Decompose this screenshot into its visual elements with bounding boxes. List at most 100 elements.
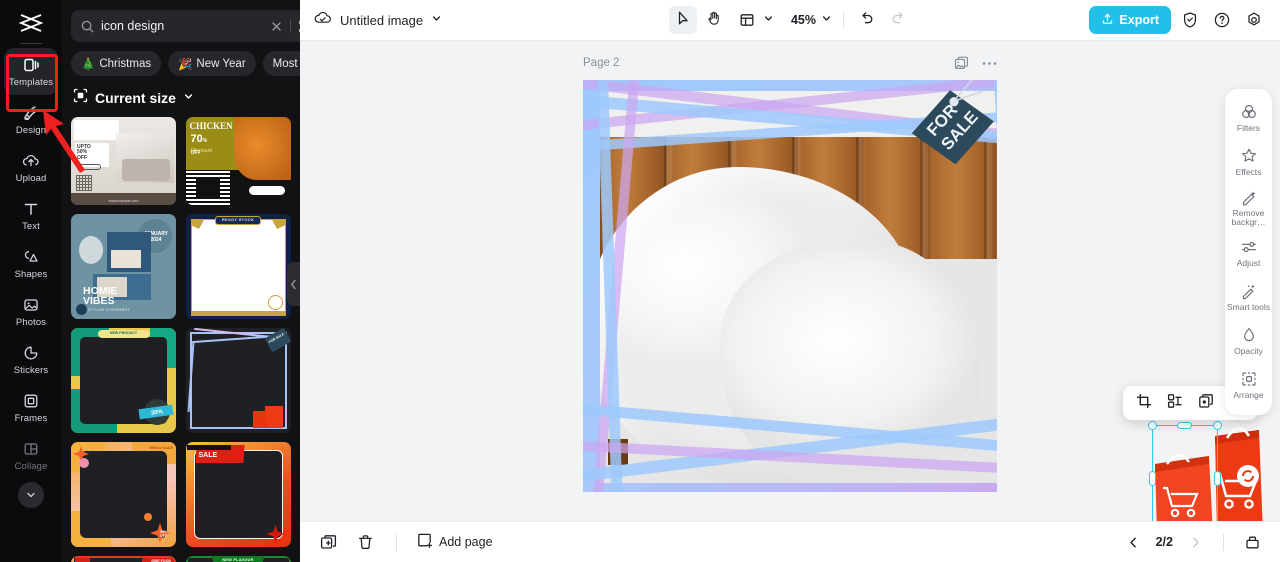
sidebar-item-label: Collage (14, 461, 48, 473)
smart-tools-icon (1240, 282, 1258, 300)
current-size-selector[interactable]: Current size (62, 76, 300, 117)
crop-button[interactable] (1130, 389, 1158, 417)
template-thumbnail[interactable]: SIDE FOOD (71, 556, 176, 562)
undo-button[interactable] (853, 6, 881, 34)
party-popper-icon: 🎉 (178, 58, 193, 71)
page-indicator: 2/2 (1155, 535, 1173, 549)
chip-new-year[interactable]: 🎉 New Year (168, 51, 256, 76)
cutout-button[interactable] (1161, 389, 1189, 417)
help-icon[interactable] (1209, 7, 1235, 33)
template-thumbnail[interactable]: FOR SALE (185, 328, 291, 433)
search-box[interactable] (71, 10, 300, 42)
cutout-icon (1167, 393, 1183, 414)
chevron-down-icon[interactable] (18, 482, 44, 508)
resize-handle-top-right[interactable] (1213, 421, 1222, 430)
template-thumbnail[interactable]: UPTO 50% OFF www.example.com (71, 117, 176, 205)
close-icon[interactable] (269, 19, 283, 33)
sidebar-item-text[interactable]: Text (4, 192, 58, 239)
capcut-logo-icon[interactable] (14, 9, 48, 37)
add-page-button[interactable]: Add page (416, 532, 493, 552)
template-thumbnail[interactable]: NEW FLAVOUR (185, 556, 291, 562)
export-label: Export (1119, 13, 1159, 27)
capcut-editor-window: Templates Design Upload Text Shapes Phot… (0, 0, 1280, 562)
tool-remove-background[interactable]: Remove backgr… (1226, 185, 1271, 230)
chip-christmas[interactable]: 🎄 Christmas (71, 51, 162, 76)
sidebar-item-collage[interactable]: Collage (4, 432, 58, 479)
selection-bounding-box[interactable] (1148, 421, 1222, 521)
chip-most[interactable]: Most (262, 51, 300, 76)
cursor-icon (675, 10, 691, 31)
cloud-saved-icon (313, 8, 332, 32)
design-page-canvas[interactable]: FOR SALE (583, 80, 997, 492)
template-thumbnail[interactable]: CHICKEN 70% OFF Discount (185, 117, 291, 205)
bottom-divider-2 (1223, 533, 1224, 551)
pages-panel-button[interactable] (1240, 530, 1264, 554)
template-thumbnail[interactable]: NEW PRODUCT 30% (71, 328, 176, 433)
resize-handle-top-left[interactable] (1148, 421, 1157, 430)
undo-icon (859, 10, 875, 31)
duplicate-button[interactable] (1192, 389, 1220, 417)
tool-filters[interactable]: Filters (1226, 97, 1271, 139)
canvas-area[interactable]: Page 2 FOR SALE Filters Effects Remove b… (300, 41, 1280, 521)
next-page-button[interactable] (1183, 530, 1207, 554)
sidebar-item-stickers[interactable]: Stickers (4, 336, 58, 383)
search-row (62, 0, 300, 42)
search-input[interactable] (101, 19, 262, 33)
layout-icon (733, 6, 761, 34)
page-header: Page 2 (583, 53, 997, 73)
tool-label: Adjust (1236, 257, 1261, 268)
sidebar-item-shapes[interactable]: Shapes (4, 240, 58, 287)
document-title-group[interactable]: Untitled image (313, 8, 442, 32)
stickers-icon (21, 343, 41, 363)
layout-tool-button[interactable] (731, 6, 776, 34)
delete-page-button[interactable] (353, 530, 377, 554)
prev-page-button[interactable] (1122, 530, 1146, 554)
sidebar-item-design[interactable]: Design (4, 96, 58, 143)
toolbar-divider (842, 11, 844, 29)
tool-smart-tools[interactable]: Smart tools (1226, 276, 1271, 318)
sidebar-item-label: Photos (15, 317, 47, 329)
tool-arrange[interactable]: Arrange (1226, 364, 1271, 406)
tool-opacity[interactable]: Opacity (1226, 320, 1271, 362)
duplicate-page-icon[interactable] (954, 56, 969, 71)
tool-label: Smart tools (1227, 301, 1270, 312)
tool-effects[interactable]: Effects (1226, 141, 1271, 183)
left-navigation-rail: Templates Design Upload Text Shapes Phot… (0, 0, 62, 562)
frames-icon (21, 391, 41, 411)
page-actions (954, 56, 997, 71)
tool-label: Effects (1235, 167, 1262, 178)
collapse-panel-handle[interactable] (287, 262, 300, 306)
filter-chip-row: 🎄 Christmas 🎉 New Year Most (62, 42, 300, 76)
zoom-control[interactable]: 45% (787, 11, 834, 29)
remove-background-icon (1240, 188, 1258, 206)
resize-handle-left[interactable] (1149, 471, 1156, 486)
arrange-icon (1240, 370, 1258, 388)
redo-button[interactable] (884, 6, 912, 34)
sidebar-item-upload[interactable]: Upload (4, 144, 58, 191)
templates-grid: UPTO 50% OFF www.example.com CHICKEN 70% OF… (62, 117, 300, 562)
select-tool-button[interactable] (668, 6, 697, 34)
export-button[interactable]: Export (1089, 6, 1171, 34)
sidebar-item-frames[interactable]: Frames (4, 384, 58, 431)
template-thumbnail[interactable]: MEGA SALE 50% OFF (71, 442, 176, 547)
sidebar-item-label: Design (15, 125, 47, 137)
collage-icon (21, 439, 41, 459)
more-horizontal-icon[interactable] (982, 61, 997, 66)
hand-icon (706, 10, 722, 31)
resize-handle-right[interactable] (1214, 471, 1221, 486)
tool-adjust[interactable]: Adjust (1226, 232, 1271, 274)
hand-tool-button[interactable] (700, 6, 728, 34)
photos-icon (21, 295, 41, 315)
template-thumbnail[interactable]: READY STOCK (185, 214, 291, 319)
photo-wood-edge (608, 439, 628, 465)
resize-handle-top[interactable] (1177, 422, 1192, 429)
chevron-down-icon[interactable] (431, 11, 442, 29)
template-thumbnail[interactable]: SUPERSALE (185, 442, 291, 547)
settings-gear-icon[interactable] (1241, 7, 1267, 33)
template-thumbnail[interactable]: JANUARY 2024 HOMIE VIBES A STYLISH STATEME… (71, 214, 176, 319)
sidebar-item-templates[interactable]: Templates (4, 48, 58, 95)
duplicate-page-button[interactable] (316, 530, 340, 554)
sidebar-item-photos[interactable]: Photos (4, 288, 58, 335)
shield-check-icon[interactable] (1177, 7, 1203, 33)
chevron-down-icon (183, 89, 194, 107)
